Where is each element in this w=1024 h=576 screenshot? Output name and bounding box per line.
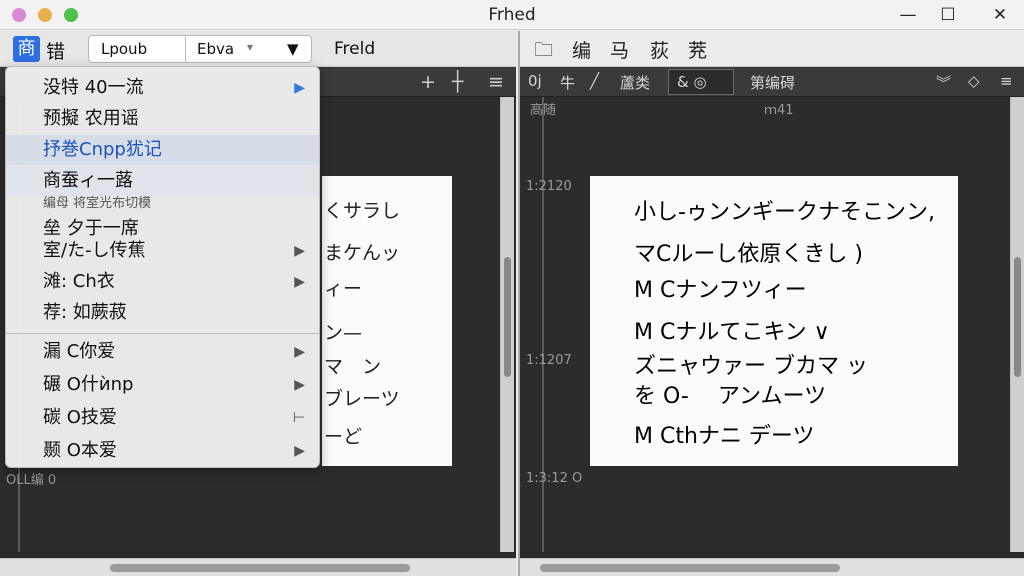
menu-item-label: 荐: 如蕨菽: [43, 302, 127, 323]
doc-line: ブレーツ: [324, 388, 400, 410]
doc-line: ーど: [324, 426, 363, 448]
doc-line: くサラし: [324, 200, 401, 222]
ruler-label: 1:3:12 O: [526, 471, 583, 486]
menu-item[interactable]: 碳 O技爱 ⊢: [6, 403, 319, 433]
toolbar-glyph[interactable]: 牛: [560, 72, 575, 93]
menu-item-label: 漏 C你爱: [43, 341, 116, 362]
menu-item-label: 碳 O技爱: [43, 407, 117, 428]
diamond-icon[interactable]: ◇: [968, 72, 980, 90]
left-ruler-label: OLL编 0: [6, 473, 57, 488]
submenu-arrow-icon: ▶: [294, 243, 305, 259]
menu-item[interactable]: 碾 O什ѝnp ▶: [6, 370, 319, 400]
dropdown-arrow-icon[interactable]: ▼: [287, 40, 299, 58]
chevron-down-icon[interactable]: ▾: [247, 40, 253, 54]
left-vertical-scroll-thumb[interactable]: [504, 257, 511, 377]
doc-line: ン—: [324, 322, 363, 344]
menu-item-subtitle: 编母 将室光布切模: [43, 196, 152, 211]
left-document-page: くサラし まケんッ ィー ン— マ ン ブレーツ ーど: [322, 176, 452, 466]
left-horizontal-scroll-thumb[interactable]: [110, 564, 410, 572]
tab-freld[interactable]: Freld: [322, 33, 402, 65]
combo-right-value: Ebva: [197, 40, 235, 58]
right-toolbar: 🗀 编 马 荻 茺: [520, 31, 1024, 67]
ruler-label: 高随: [530, 103, 557, 118]
combo-divider: [185, 36, 186, 62]
right-horizontal-scrollbar[interactable]: [520, 558, 1024, 576]
menu-item[interactable]: 滩: Ch衣 ▶: [6, 267, 319, 297]
menu-item-label: 室/た-し传蕉: [43, 240, 146, 261]
doc-line: M Cナンフツィー: [634, 278, 807, 303]
menu-item[interactable]: 漏 C你爱 ▶: [6, 337, 319, 367]
menu-item[interactable]: 颞 O本爱 ▶: [6, 436, 319, 466]
ruler-label: ｍ41: [764, 103, 794, 118]
menu-item[interactable]: 预擬 农用谣: [6, 104, 319, 134]
menu-item-label: 没特 40一流: [43, 77, 144, 98]
app-icon[interactable]: 商: [13, 36, 40, 62]
menu-item-label: 抒巻Cnpp犹记: [43, 139, 162, 160]
toolbar-item[interactable]: 茺: [688, 36, 707, 63]
folder-icon[interactable]: 🗀: [534, 36, 553, 68]
offset-label: 0j: [528, 72, 542, 90]
menu-item-label: 预擬 农用谣: [43, 108, 139, 129]
menu-item[interactable]: 荐: 如蕨菽: [6, 298, 319, 328]
submenu-arrow-icon: ▶: [294, 274, 305, 290]
split-icon[interactable]: ┼: [452, 71, 463, 93]
menu-item-highlighted[interactable]: 抒巻Cnpp犹记: [6, 135, 319, 165]
maximize-button[interactable]: ☐: [933, 4, 963, 26]
left-vertical-scrollbar[interactable]: [500, 97, 514, 552]
collapse-icon[interactable]: ︾: [936, 72, 951, 93]
menu-item-label: 滩: Ch衣: [43, 271, 115, 292]
right-vertical-scrollbar[interactable]: [1010, 97, 1024, 552]
app-label[interactable]: 错: [46, 37, 65, 64]
plus-icon[interactable]: +: [420, 71, 436, 93]
doc-line: マCルーし依原くきし ): [634, 242, 863, 267]
toolbar-item[interactable]: 荻: [650, 36, 669, 63]
right-horizontal-scroll-thumb[interactable]: [540, 564, 840, 572]
submenu-arrow-icon: ⊢: [292, 410, 305, 426]
left-horizontal-scrollbar[interactable]: [0, 558, 516, 576]
right-pane: 🗀 编 马 荻 茺 0j 牛 ╱ 蘆类 & ◎ 第编碍 ︾ ◇ ≡ 高随 ｍ41…: [518, 31, 1024, 576]
menu-item-label: 碾 O什ѝnp: [43, 374, 134, 395]
ruler-label: 1:1207: [526, 353, 572, 368]
right-subtoolbar: 0j 牛 ╱ 蘆类 & ◎ 第编碍 ︾ ◇ ≡: [520, 67, 1024, 97]
toolbar-label[interactable]: 蘆类: [620, 72, 650, 93]
ruler-label: 1:2120: [526, 179, 572, 194]
menu-icon[interactable]: ≡: [1000, 72, 1013, 90]
doc-line: を O- アンムーツ: [634, 384, 827, 409]
submenu-arrow-icon: ▶: [294, 80, 305, 96]
doc-line: まケんッ: [324, 242, 401, 264]
submenu-arrow-icon: ▶: [294, 377, 305, 393]
menu-item-label: 颞 O本爱: [43, 440, 117, 461]
right-document-page: 小し-ゥンンギークナそこンン, マCルーし依原くきし ) M Cナンフツィー M…: [590, 176, 958, 466]
search-box-value: & ◎: [677, 73, 707, 91]
encoding-combo[interactable]: Lpoub Ebva ▾ ▼: [88, 35, 312, 63]
app-window: Frhed — ☐ ✕ Freld + ┼ ≡ OLL编 0 くサラし まケんッ…: [0, 0, 1024, 576]
doc-line: M Cナルてこキン ∨: [634, 320, 830, 345]
close-button[interactable]: ✕: [985, 4, 1015, 26]
menu-item[interactable]: 室/た-し传蕉 ▶: [6, 236, 319, 266]
combo-left-value: Lpoub: [101, 40, 148, 58]
menu-separator: [6, 333, 319, 334]
toolbar-label: 第编碍: [750, 74, 796, 92]
line-tool-icon[interactable]: ╱: [590, 72, 599, 90]
doc-line: マ ン: [324, 356, 382, 378]
submenu-arrow-icon: ▶: [294, 344, 305, 360]
search-box[interactable]: & ◎: [668, 69, 734, 95]
window-title: Frhed: [488, 5, 536, 25]
minimize-button[interactable]: —: [893, 4, 923, 26]
doc-line: 小し-ゥンンギークナそこンン,: [634, 200, 935, 225]
menu-item[interactable]: 没特 40一流 ▶: [6, 73, 319, 103]
doc-line: ズニャウァー ブカマ ッ: [634, 354, 868, 379]
toolbar-item[interactable]: 马: [610, 36, 629, 63]
menu-item-label: 商蚕ィ一蕗: [43, 170, 133, 191]
menu-icon[interactable]: ≡: [488, 71, 504, 93]
submenu-arrow-icon: ▶: [294, 443, 305, 459]
doc-line: ィー: [324, 278, 363, 300]
toolbar-item[interactable]: 编: [572, 36, 591, 63]
context-menu: 没特 40一流 ▶ 预擬 农用谣 抒巻Cnpp犹记 商蚕ィ一蕗 编母 将室光布切…: [5, 66, 320, 468]
menu-item[interactable]: 商蚕ィ一蕗: [6, 166, 319, 196]
right-vertical-scroll-thumb[interactable]: [1014, 257, 1021, 377]
title-bar: Frhed — ☐ ✕: [0, 0, 1024, 30]
doc-line: M Cthナニ デーツ: [634, 424, 815, 449]
